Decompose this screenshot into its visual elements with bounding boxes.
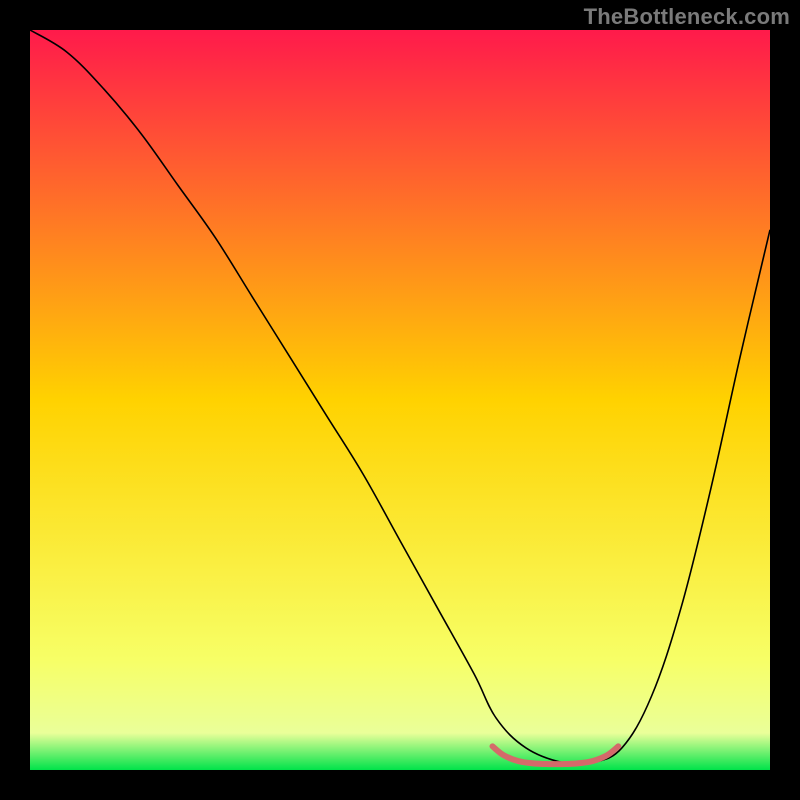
gradient-background (30, 30, 770, 770)
chart-frame: TheBottleneck.com (0, 0, 800, 800)
chart-canvas (30, 30, 770, 770)
watermark-label: TheBottleneck.com (584, 4, 790, 30)
plot-area (30, 30, 770, 770)
